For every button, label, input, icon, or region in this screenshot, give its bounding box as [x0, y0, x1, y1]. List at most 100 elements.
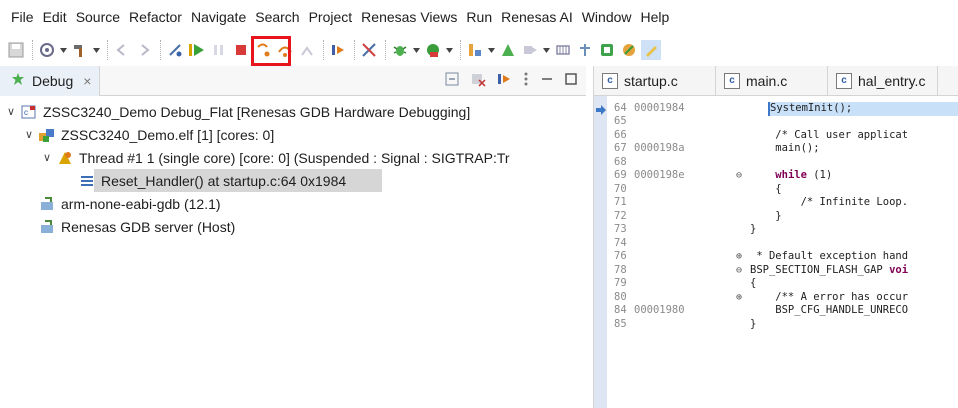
debug-tree-item[interactable]: Renesas GDB server (Host) — [0, 215, 586, 238]
menu-renesas-views[interactable]: Renesas Views — [358, 9, 460, 25]
menu-window[interactable]: Window — [579, 9, 635, 25]
tab-debug[interactable]: Debug × — [0, 65, 101, 96]
maximize-icon[interactable] — [564, 72, 578, 89]
build-hammer-icon[interactable] — [70, 40, 90, 60]
menu-search[interactable]: Search — [252, 9, 302, 25]
editor-tab-bar: c startup.c c main.c c hal_entry.c — [594, 66, 958, 96]
pencil-icon[interactable] — [641, 40, 661, 60]
debug-settings-icon[interactable] — [37, 40, 57, 60]
chevron-down-icon[interactable] — [487, 40, 495, 60]
menu-edit[interactable]: Edit — [40, 9, 70, 25]
menu-help[interactable]: Help — [638, 9, 673, 25]
expand-toggle-icon[interactable]: ∨ — [22, 128, 36, 141]
tab-main-c[interactable]: c main.c — [716, 66, 828, 95]
code-line: 73} — [594, 223, 958, 237]
pin-config-icon[interactable] — [575, 40, 595, 60]
chevron-down-icon[interactable] — [445, 40, 453, 60]
debug-tree-item[interactable]: arm-none-eabi-gdb (12.1) — [0, 192, 586, 215]
line-number: 74 — [614, 237, 627, 249]
terminate-icon[interactable] — [231, 40, 251, 60]
expand-fold-icon[interactable]: ⊕ — [736, 291, 742, 305]
save-icon[interactable] — [6, 40, 26, 60]
code-line: 74 — [594, 237, 958, 251]
thread-suspended-icon — [56, 149, 74, 167]
memory-view-icon[interactable] — [553, 40, 573, 60]
code-text: /* Infinite Loop. — [750, 196, 909, 208]
line-number: 85 — [614, 318, 627, 330]
debug-tab-bar: Debug × — [0, 65, 586, 96]
run-config-icon[interactable] — [423, 40, 443, 60]
renesas-tool-icon[interactable] — [498, 40, 518, 60]
code-line: 84 00001980 BSP_CFG_HANDLE_UNRECO — [594, 304, 958, 318]
debug-tree-label: arm-none-eabi-gdb (12.1) — [61, 195, 221, 212]
debug-tools-icon[interactable] — [359, 40, 379, 60]
toolbar-separator — [323, 40, 324, 60]
tab-label: hal_entry.c — [858, 72, 926, 89]
code-text: BSP_CFG_HANDLE_UNRECO — [750, 304, 909, 316]
menu-source[interactable]: Source — [73, 9, 123, 25]
line-number: 65 — [614, 115, 627, 127]
toolbar-separator — [460, 40, 461, 60]
collapse-fold-icon[interactable]: ⊖ — [736, 264, 742, 278]
code-line: 78 ⊖ BSP_SECTION_FLASH_GAP voi — [594, 264, 958, 278]
menu-refactor[interactable]: Refactor — [126, 9, 185, 25]
chevron-down-icon[interactable] — [92, 40, 100, 60]
back-arrow-icon[interactable] — [112, 40, 132, 60]
line-number: 72 — [614, 210, 627, 222]
chevron-down-icon[interactable] — [412, 40, 420, 60]
expand-fold-icon[interactable]: ⊕ — [736, 250, 742, 264]
code-text: /* Call user applicat — [750, 129, 909, 141]
line-number: 66 — [614, 129, 627, 141]
expand-toggle-icon[interactable]: ∨ — [40, 151, 54, 164]
expand-toggle-icon[interactable]: ∨ — [4, 105, 18, 118]
code-text: /** A error has occur — [750, 291, 909, 303]
code-text: while (1) — [775, 169, 833, 181]
step-return-icon[interactable] — [297, 40, 317, 60]
code-line: 79 { — [594, 277, 958, 291]
debug-tree-item[interactable]: ∨ ZSSC3240_Demo.elf [1] [cores: 0] — [0, 123, 586, 146]
debug-tree-item[interactable]: ∨ Thread #1 1 (single core) [core: 0] (Su… — [0, 146, 586, 169]
forward-arrow-icon[interactable] — [134, 40, 154, 60]
menu-renesas-ai[interactable]: Renesas AI — [498, 9, 576, 25]
menu-file[interactable]: File — [8, 9, 37, 25]
skip-breakpoints-icon[interactable] — [165, 40, 185, 60]
elf-process-icon — [38, 126, 56, 144]
instruction-step-icon[interactable] — [496, 71, 512, 90]
debug-tree-label: Thread #1 1 (single core) [core: 0] (Sus… — [79, 149, 510, 166]
chevron-down-icon[interactable] — [59, 40, 67, 60]
toolbar-separator — [32, 40, 33, 60]
remove-terminated-icon[interactable] — [470, 71, 486, 90]
code-line: 67 0000198a main(); — [594, 142, 958, 156]
view-menu-icon[interactable] — [522, 71, 530, 90]
line-number: 71 — [614, 196, 627, 208]
resume-icon[interactable] — [187, 40, 207, 60]
editor-text-area[interactable]: 64 00001984 SystemInit(); 65 66 /* Call user… — [594, 96, 958, 408]
tab-hal-entry-c[interactable]: c hal_entry.c — [828, 66, 939, 95]
debug-tree-item[interactable]: Reset_Handler() at startup.c:64 0x1984 — [0, 169, 586, 192]
chevron-down-icon[interactable] — [542, 40, 550, 60]
collapse-fold-icon[interactable]: ⊖ — [736, 169, 742, 183]
debug-view-icon — [10, 71, 26, 90]
tab-startup-c[interactable]: c startup.c — [594, 66, 716, 95]
flash-program-icon[interactable] — [520, 40, 540, 60]
renesas-ai-icon[interactable] — [619, 40, 639, 60]
instruction-stepping-icon[interactable] — [328, 40, 348, 60]
code-line: 66 /* Call user applicat — [594, 129, 958, 143]
c-file-icon: c — [836, 72, 852, 89]
smart-manual-icon[interactable] — [597, 40, 617, 60]
debug-bug-icon[interactable] — [390, 40, 410, 60]
menu-navigate[interactable]: Navigate — [188, 9, 249, 25]
toolbar-separator — [385, 40, 386, 60]
suspend-icon[interactable] — [209, 40, 229, 60]
line-number: 69 — [614, 169, 627, 181]
debug-tree-label: Reset_Handler() at startup.c:64 0x1984 — [101, 172, 347, 189]
menu-run[interactable]: Run — [463, 9, 495, 25]
collapse-all-icon[interactable] — [444, 71, 460, 90]
line-number: 70 — [614, 183, 627, 195]
toolbar-separator — [354, 40, 355, 60]
close-icon[interactable]: × — [83, 73, 91, 89]
menu-project[interactable]: Project — [306, 9, 356, 25]
debug-tree-item[interactable]: ∨ c ZSSC3240_Demo Debug_Flat [Renesas GDB … — [0, 100, 586, 123]
minimize-icon[interactable] — [540, 72, 554, 89]
external-tools-icon[interactable] — [465, 40, 485, 60]
